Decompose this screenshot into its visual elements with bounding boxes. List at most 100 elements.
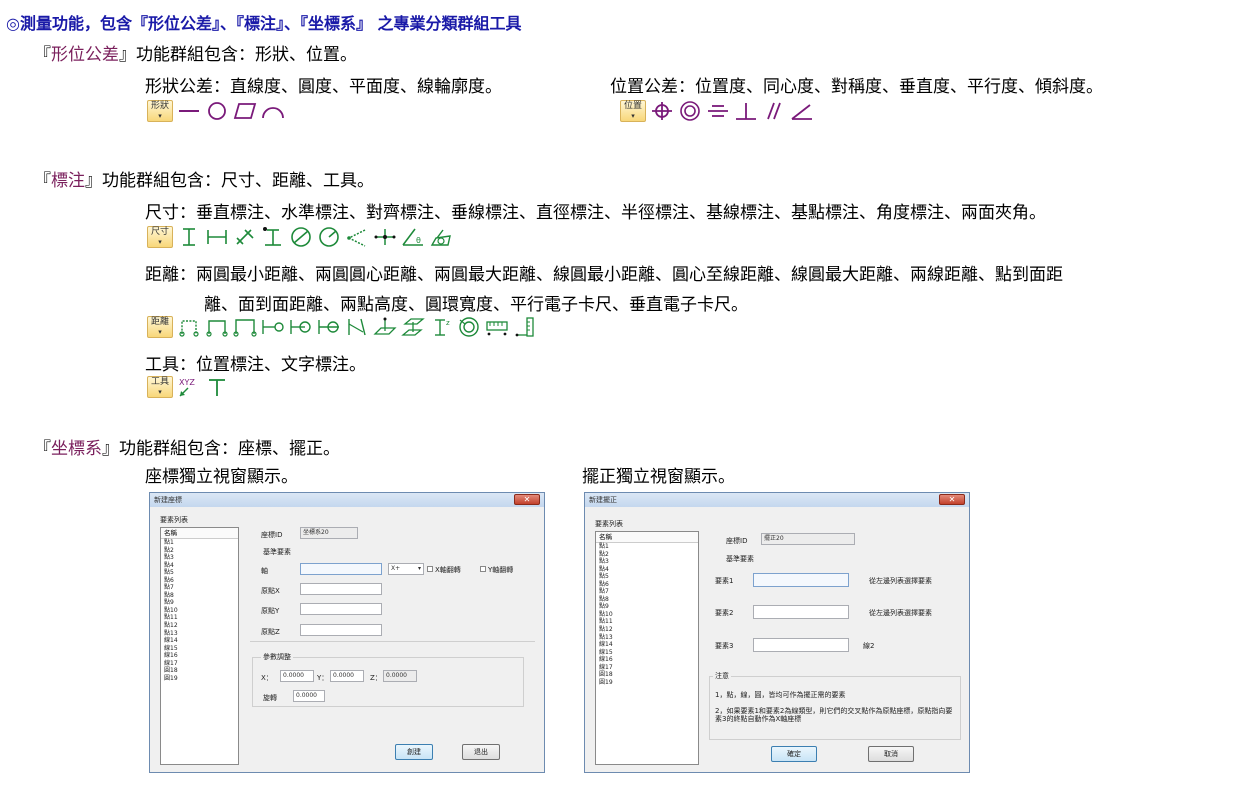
list-item[interactable]: 點3 bbox=[596, 558, 698, 566]
align-id-field[interactable]: 擺正20 bbox=[761, 533, 855, 545]
list-item[interactable]: 點12 bbox=[161, 622, 238, 630]
parallel-caliper-icon[interactable] bbox=[485, 316, 509, 338]
list-item[interactable]: 圓18 bbox=[596, 671, 698, 679]
list-item[interactable]: 點5 bbox=[161, 569, 238, 577]
perpendicularity-icon[interactable] bbox=[734, 100, 758, 122]
list-item[interactable]: 點2 bbox=[596, 551, 698, 559]
list-item[interactable]: 線16 bbox=[596, 656, 698, 664]
line-circle-min-dist-icon[interactable] bbox=[261, 316, 285, 338]
concentricity-icon[interactable] bbox=[678, 100, 702, 122]
coord-id-field[interactable]: 坐標系20 bbox=[300, 527, 358, 539]
axis-input[interactable] bbox=[300, 563, 382, 575]
list-item[interactable]: 線17 bbox=[596, 664, 698, 672]
list-item[interactable]: 點5 bbox=[596, 573, 698, 581]
list-item[interactable]: 線14 bbox=[161, 637, 238, 645]
circle-center-dist-icon[interactable] bbox=[205, 316, 229, 338]
vertical-dim-icon[interactable] bbox=[177, 226, 201, 248]
cancel-button[interactable]: 取消 bbox=[868, 746, 914, 762]
list-item[interactable]: 點7 bbox=[596, 588, 698, 596]
y-param-input[interactable]: 0.0000 bbox=[330, 670, 364, 682]
list-item[interactable]: 點11 bbox=[596, 618, 698, 626]
separator bbox=[250, 641, 535, 642]
line-profile-icon[interactable] bbox=[261, 100, 285, 122]
two-line-dist-icon[interactable] bbox=[345, 316, 369, 338]
close-icon[interactable]: ✕ bbox=[514, 494, 540, 505]
symmetry-icon[interactable] bbox=[706, 100, 730, 122]
align-id-label: 座標ID bbox=[726, 537, 748, 545]
aligned-dim-icon[interactable] bbox=[233, 226, 257, 248]
point-plane-dist-icon[interactable] bbox=[373, 316, 397, 338]
note-line-2: 2，如果要素1和要素2為線類型，則它們的交叉點作為原點座標，原點指向要素3的終點… bbox=[715, 707, 953, 723]
flatness-icon[interactable] bbox=[233, 100, 257, 122]
rotation-input[interactable]: 0.0000 bbox=[293, 690, 325, 702]
list-item[interactable]: 點12 bbox=[596, 626, 698, 634]
close-icon[interactable]: ✕ bbox=[939, 494, 965, 505]
position-tolerance-text: 位置公差：位置度、同心度、對稱度、垂直度、平行度、傾斜度。 bbox=[610, 77, 1103, 97]
tool-dropdown-button[interactable]: 工具 ▾ bbox=[147, 376, 173, 398]
list-item[interactable]: 點7 bbox=[161, 584, 238, 592]
list-item[interactable]: 線14 bbox=[596, 641, 698, 649]
plane-plane-dist-icon[interactable] bbox=[401, 316, 425, 338]
text-annotation-icon[interactable] bbox=[205, 376, 229, 398]
vertical-caliper-icon[interactable] bbox=[513, 316, 537, 338]
exit-button[interactable]: 退出 bbox=[462, 744, 500, 760]
straightness-icon[interactable] bbox=[177, 100, 201, 122]
element-list[interactable]: 名稱 點1 點2 點3 點4 點5 點6 點7 點8 點9 點10 點11 點12 點13 線14 線15 線… bbox=[160, 527, 239, 765]
basepoint-dim-icon[interactable] bbox=[373, 226, 397, 248]
ring-width-icon[interactable] bbox=[457, 316, 481, 338]
dihedral-angle-icon[interactable] bbox=[429, 226, 453, 248]
list-item[interactable]: 點11 bbox=[161, 614, 238, 622]
list-item[interactable]: 線16 bbox=[161, 652, 238, 660]
list-item[interactable]: 點13 bbox=[596, 634, 698, 642]
origin-x-input[interactable] bbox=[300, 583, 382, 595]
center-line-dist-icon[interactable] bbox=[289, 316, 313, 338]
list-item[interactable]: 線17 bbox=[161, 660, 238, 668]
element2-input[interactable] bbox=[753, 605, 849, 619]
list-item[interactable]: 圓18 bbox=[161, 667, 238, 675]
list-item[interactable]: 點3 bbox=[161, 554, 238, 562]
circle-min-dist-icon[interactable] bbox=[177, 316, 201, 338]
angle-dim-icon[interactable]: θ bbox=[401, 226, 425, 248]
list-item[interactable]: 點13 bbox=[161, 630, 238, 638]
angularity-icon[interactable] bbox=[790, 100, 814, 122]
list-item[interactable]: 點9 bbox=[596, 603, 698, 611]
list-item[interactable]: 點1 bbox=[596, 543, 698, 551]
element3-input[interactable] bbox=[753, 638, 849, 652]
shape-tolerance-text: 形狀公差：直線度、圓度、平面度、線輪廓度。 bbox=[145, 77, 502, 97]
list-item[interactable]: 點2 bbox=[161, 547, 238, 555]
position-dropdown-button[interactable]: 位置 ▾ bbox=[620, 100, 646, 122]
circle-max-dist-icon[interactable] bbox=[233, 316, 257, 338]
size-dropdown-button[interactable]: 尺寸 ▾ bbox=[147, 226, 173, 248]
distance-dropdown-button[interactable]: 距離 ▾ bbox=[147, 316, 173, 338]
z-param-input[interactable]: 0.0000 bbox=[383, 670, 417, 682]
baseline-dim-icon[interactable] bbox=[345, 226, 369, 248]
list-item[interactable]: 點4 bbox=[596, 566, 698, 574]
list-item[interactable]: 圓19 bbox=[596, 679, 698, 687]
horizontal-dim-icon[interactable] bbox=[205, 226, 229, 248]
element-list[interactable]: 名稱 點1 點2 點3 點4 點5 點6 點7 點8 點9 點10 點11 點12 點13 線14 線15 線… bbox=[595, 531, 699, 765]
two-point-height-icon[interactable]: z bbox=[429, 316, 453, 338]
line-circle-max-dist-icon[interactable] bbox=[317, 316, 341, 338]
radius-dim-icon[interactable] bbox=[317, 226, 341, 248]
origin-y-input[interactable] bbox=[300, 603, 382, 615]
confirm-button[interactable]: 確定 bbox=[771, 746, 817, 762]
list-item[interactable]: 圓19 bbox=[161, 675, 238, 683]
list-item[interactable]: 點6 bbox=[596, 581, 698, 589]
x-reverse-checkbox[interactable] bbox=[427, 566, 433, 572]
axis-select[interactable]: X+ ▾ bbox=[388, 563, 424, 575]
position-annotation-icon[interactable]: XYZ bbox=[177, 376, 201, 398]
diameter-dim-icon[interactable] bbox=[289, 226, 313, 248]
list-item[interactable]: 點8 bbox=[596, 596, 698, 604]
parallelism-icon[interactable] bbox=[762, 100, 786, 122]
x-param-input[interactable]: 0.0000 bbox=[280, 670, 314, 682]
list-item[interactable]: 點1 bbox=[161, 539, 238, 547]
y-reverse-checkbox[interactable] bbox=[480, 566, 486, 572]
create-button[interactable]: 創建 bbox=[395, 744, 433, 760]
shape-dropdown-button[interactable]: 形狀 ▾ bbox=[147, 100, 173, 122]
origin-z-input[interactable] bbox=[300, 624, 382, 636]
perpendicular-dim-icon[interactable] bbox=[261, 226, 285, 248]
roundness-icon[interactable] bbox=[205, 100, 229, 122]
element1-input[interactable] bbox=[753, 573, 849, 587]
position-icon[interactable] bbox=[650, 100, 674, 122]
list-item[interactable]: 點9 bbox=[161, 599, 238, 607]
